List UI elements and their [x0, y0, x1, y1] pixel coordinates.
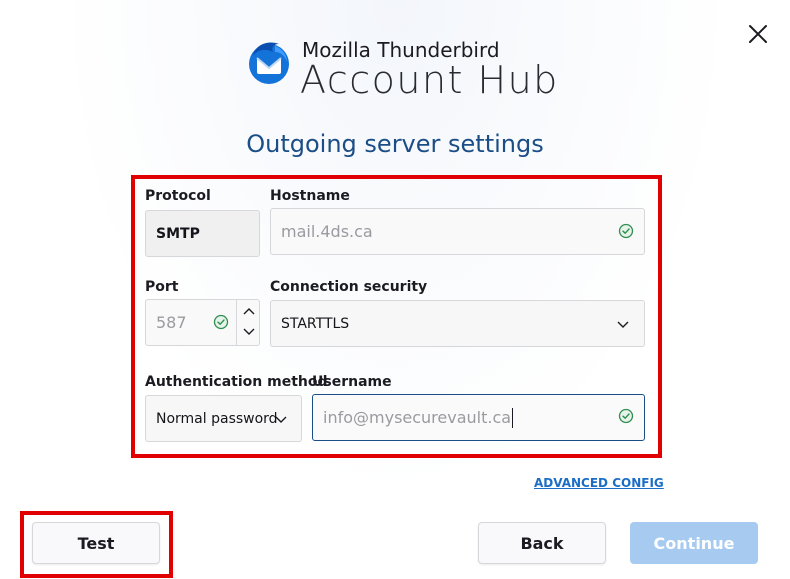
- check-circle-icon: [213, 314, 229, 330]
- continue-button-label: Continue: [653, 533, 735, 553]
- test-button[interactable]: Test: [32, 522, 160, 564]
- spin-up-icon[interactable]: [243, 306, 255, 316]
- advanced-config-link[interactable]: ADVANCED CONFIG: [534, 476, 664, 490]
- thunderbird-logo: [245, 38, 293, 86]
- check-circle-icon: [618, 408, 634, 424]
- continue-button[interactable]: Continue: [630, 522, 758, 564]
- hostname-label: Hostname: [270, 188, 350, 204]
- hostname-input[interactable]: mail.4ds.ca: [270, 208, 645, 255]
- connection-security-value: STARTTLS: [281, 315, 350, 332]
- hostname-value: mail.4ds.ca: [281, 222, 373, 241]
- close-icon: [749, 25, 767, 43]
- page-title: Outgoing server settings: [246, 130, 544, 158]
- auth-method-value: Normal password: [156, 410, 278, 427]
- protocol-value: SMTP: [156, 225, 200, 242]
- back-button-label: Back: [520, 533, 564, 553]
- check-circle-icon: [618, 223, 634, 239]
- protocol-label: Protocol: [145, 188, 211, 204]
- username-input[interactable]: info@mysecurevault.ca: [312, 394, 645, 441]
- connection-security-label: Connection security: [270, 279, 428, 295]
- port-value: 587: [156, 313, 187, 332]
- protocol-field: SMTP: [145, 210, 260, 257]
- close-button[interactable]: [744, 20, 772, 48]
- text-cursor: [512, 407, 514, 428]
- chevron-down-icon: [275, 416, 287, 423]
- port-label: Port: [145, 279, 179, 295]
- test-button-label: Test: [77, 533, 115, 553]
- username-label: Username: [312, 374, 392, 390]
- spin-down-icon[interactable]: [243, 327, 255, 337]
- app-title: Account Hub: [300, 58, 559, 102]
- username-value: info@mysecurevault.ca: [323, 408, 512, 427]
- back-button[interactable]: Back: [478, 522, 606, 564]
- auth-method-label: Authentication method: [145, 374, 328, 390]
- chevron-down-icon: [617, 321, 629, 328]
- port-spinner: [236, 300, 260, 345]
- connection-security-select[interactable]: STARTTLS: [270, 300, 645, 347]
